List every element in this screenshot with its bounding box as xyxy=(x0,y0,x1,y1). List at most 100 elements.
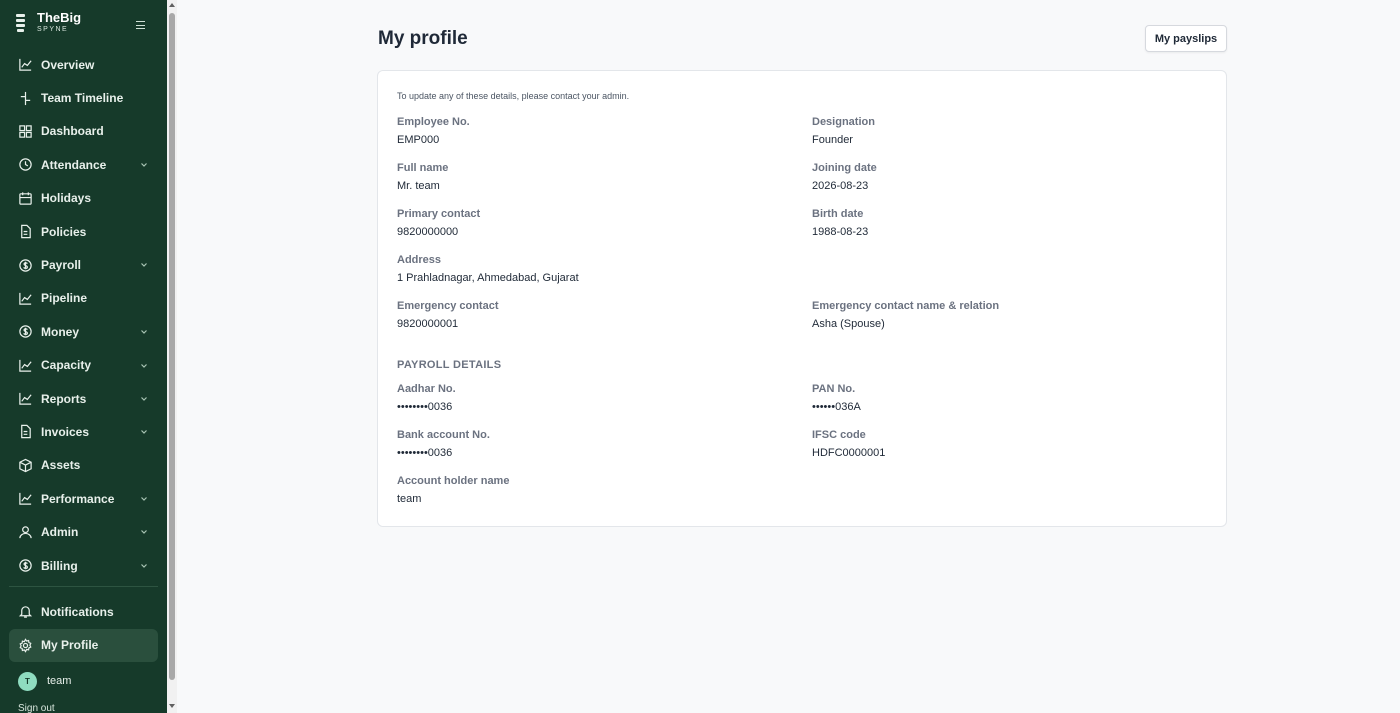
sidebar-item-label: Performance xyxy=(41,491,115,506)
sidebar-item-money[interactable]: Money xyxy=(9,315,158,348)
field-label: Account holder name xyxy=(397,475,510,487)
chevron-down-icon xyxy=(141,563,147,568)
logo-icon xyxy=(14,12,28,34)
field-designation: Designation Founder xyxy=(812,116,875,147)
sidebar-item-notifications[interactable]: Notifications xyxy=(9,595,158,628)
field-ifsc-code: IFSC code HDFC0000001 xyxy=(812,429,885,460)
field-label: Employee No. xyxy=(397,116,470,128)
chart-line-icon xyxy=(17,290,33,306)
field-emergency-contact: Emergency contact 9820000001 xyxy=(397,300,498,331)
chart-line-icon xyxy=(17,491,33,507)
avatar: T xyxy=(18,671,37,691)
sidebar-item-reports[interactable]: Reports xyxy=(9,382,158,415)
sidebar-item-holidays[interactable]: Holidays xyxy=(9,182,158,215)
chart-line-icon xyxy=(17,391,33,407)
field-label: Primary contact xyxy=(397,208,481,220)
field-pan-no: PAN No. ••••••036A xyxy=(812,383,861,414)
my-payslips-button[interactable]: My payslips xyxy=(1145,25,1227,52)
sign-out-link[interactable]: Sign out xyxy=(18,703,55,713)
sidebar-item-label: My Profile xyxy=(41,638,99,653)
field-value: team xyxy=(397,493,422,505)
user-icon xyxy=(17,524,33,540)
user-menu[interactable]: T team xyxy=(9,664,158,698)
sidebar-divider xyxy=(9,586,158,588)
field-account-holder-name: Account holder name team xyxy=(397,475,509,506)
grid-icon xyxy=(17,123,33,139)
sidebar-item-dashboard[interactable]: Dashboard xyxy=(9,115,158,148)
sidebar-item-label: Notifications xyxy=(41,604,114,619)
sidebar-item-label: Reports xyxy=(41,391,87,406)
chevron-down-icon xyxy=(141,163,147,168)
sidebar-item-label: Payroll xyxy=(41,258,82,273)
field-joining-date: Joining date 2026-08-23 xyxy=(812,162,877,193)
sidebar-item-label: Assets xyxy=(41,458,81,473)
field-value: HDFC0000001 xyxy=(812,447,886,459)
payroll-details-heading: PAYROLL DETAILS xyxy=(397,359,502,371)
chevron-down-icon xyxy=(141,430,147,435)
sidebar-item-label: Admin xyxy=(41,525,79,540)
field-value: ••••••••0036 xyxy=(397,401,453,413)
sidebar-item-label: Money xyxy=(41,324,80,339)
scroll-up-icon[interactable] xyxy=(169,3,175,7)
field-value: Founder xyxy=(812,134,853,146)
box-icon xyxy=(17,457,33,473)
brand-subtitle: SPYNE xyxy=(37,26,69,33)
document-icon xyxy=(17,224,33,240)
sidebar-item-label: Dashboard xyxy=(41,124,104,139)
field-label: IFSC code xyxy=(812,429,866,441)
sidebar-item-team-timeline[interactable]: Team Timeline xyxy=(9,81,158,114)
sidebar-item-my-profile[interactable]: My Profile xyxy=(9,628,158,663)
sidebar-scrollbar[interactable] xyxy=(167,0,177,713)
chevron-down-icon xyxy=(141,330,147,334)
field-bank-account-no: Bank account No. ••••••••0036 xyxy=(397,429,490,460)
timeline-icon xyxy=(17,90,33,106)
calendar-icon xyxy=(17,190,33,206)
scroll-down-icon[interactable] xyxy=(169,704,175,708)
sidebar-item-label: Billing xyxy=(41,558,78,573)
field-primary-contact: Primary contact 9820000000 xyxy=(397,208,480,239)
field-address: Address 1 Prahladnagar, Ahmedabad, Gujar… xyxy=(397,254,579,285)
sidebar-item-assets[interactable]: Assets xyxy=(9,449,158,482)
sidebar-item-payroll[interactable]: Payroll xyxy=(9,248,158,281)
chevron-down-icon xyxy=(141,530,147,535)
admin-contact-note: To update any of these details, please c… xyxy=(397,91,630,101)
field-full-name: Full name Mr. team xyxy=(397,162,448,193)
chevron-down-icon xyxy=(141,396,147,401)
sidebar-item-label: Overview xyxy=(41,57,95,72)
sidebar-item-attendance[interactable]: Attendance xyxy=(9,148,158,181)
chevron-down-icon xyxy=(141,497,147,501)
sidebar-item-policies[interactable]: Policies xyxy=(9,215,158,248)
field-birth-date: Birth date 1988-08-23 xyxy=(812,208,868,239)
field-value: ••••••036A xyxy=(812,401,861,413)
sidebar-item-label: Attendance xyxy=(41,157,107,172)
sidebar: TheBig SPYNE Overview Team Timeline Dash… xyxy=(0,0,167,713)
sidebar-item-label: Pipeline xyxy=(41,291,88,306)
sidebar-item-overview[interactable]: Overview xyxy=(9,48,158,81)
chart-line-icon xyxy=(17,57,33,73)
brand-logo[interactable]: TheBig SPYNE xyxy=(14,11,81,34)
sidebar-item-pipeline[interactable]: Pipeline xyxy=(9,282,158,315)
field-label: Birth date xyxy=(812,208,864,220)
sidebar-item-admin[interactable]: Admin xyxy=(9,515,158,548)
sidebar-item-performance[interactable]: Performance xyxy=(9,482,158,515)
menu-toggle-icon[interactable] xyxy=(134,18,148,32)
sidebar-item-invoices[interactable]: Invoices xyxy=(9,415,158,448)
field-value: EMP000 xyxy=(397,134,440,146)
field-value: ••••••••0036 xyxy=(397,447,453,459)
scroll-thumb[interactable] xyxy=(169,13,175,680)
field-label: Aadhar No. xyxy=(397,383,456,395)
sidebar-item-capacity[interactable]: Capacity xyxy=(9,349,158,382)
field-label: Emergency contact xyxy=(397,300,499,312)
sidebar-item-billing[interactable]: Billing xyxy=(9,549,158,582)
sidebar-item-label: Policies xyxy=(41,224,87,239)
field-value: Mr. team xyxy=(397,180,440,192)
sidebar-item-label: Capacity xyxy=(41,358,92,373)
field-value: 9820000001 xyxy=(397,318,459,330)
field-label: Bank account No. xyxy=(397,429,490,441)
field-label: Designation xyxy=(812,116,875,128)
field-label: Joining date xyxy=(812,162,877,174)
field-value: Asha (Spouse) xyxy=(812,318,885,330)
bell-icon xyxy=(17,604,33,620)
field-label: Emergency contact name & relation xyxy=(812,300,1000,312)
sidebar-item-label: Team Timeline xyxy=(41,91,124,106)
